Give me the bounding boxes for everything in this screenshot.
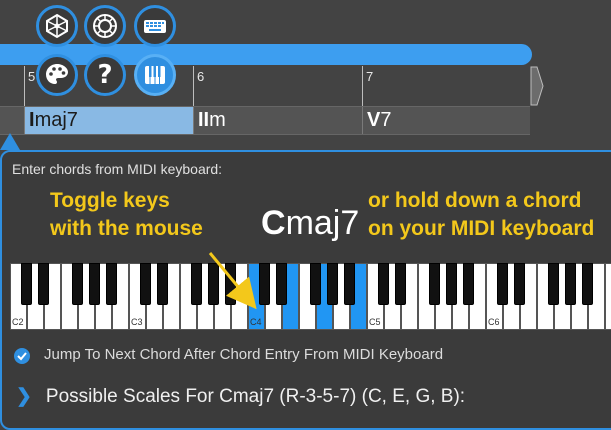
piano-keyboard[interactable]: C2 C3 C4 C5 C6 [10,263,611,331]
keyboard-icon [144,20,166,33]
network-view-button[interactable] [36,5,78,47]
measure-tick [193,66,194,106]
hint-midi-line-1: or hold down a chord [368,189,582,212]
jump-to-next-chord-checkbox[interactable] [14,348,30,364]
black-key-c-sharp6[interactable] [497,263,508,305]
key-label: C4 [250,317,262,327]
chord-quality: maj7 [34,109,78,131]
key-label: C6 [488,317,500,327]
black-key-c-sharp2[interactable] [21,263,32,305]
hint-midi: or hold down a chord on your MIDI keyboa… [368,187,594,243]
chevron-right-icon: ❯ [16,386,32,407]
chord-quality: maj7 [285,204,360,242]
chord-cell-imaj7[interactable]: Imaj7 [24,107,193,134]
measure-ruler: 5 6 7 [0,66,530,106]
key-label: C2 [12,317,24,327]
network-icon [46,13,68,39]
black-key-g-sharp3[interactable] [208,263,219,305]
black-key-a-sharp4[interactable] [344,263,355,305]
hint-mouse-line-1: Toggle keys [50,189,170,212]
chord-quality: 7 [380,109,392,131]
black-key-f-sharp4[interactable] [310,263,321,305]
detected-chord-name: Cmaj7 [261,200,359,246]
black-key-g-sharp5[interactable] [446,263,457,305]
circle-of-fifths-button[interactable] [84,5,126,47]
playback-progress-bar[interactable] [0,44,532,65]
black-key-c-sharp3[interactable] [140,263,151,305]
chord-quality: m [209,109,226,131]
white-key-c7[interactable] [605,263,611,330]
possible-scales-expander[interactable]: ❯ Possible Scales For Cmaj7 (R-3-5-7) (C,… [16,385,465,408]
possible-scales-label: Possible Scales For Cmaj7 (R-3-5-7) (C, … [45,386,466,407]
black-key-f-sharp3[interactable] [191,263,202,305]
hint-midi-line-2: on your MIDI keyboard [368,217,595,240]
jump-to-next-chord-label[interactable]: Jump To Next Chord After Chord Entry Fro… [44,346,443,363]
black-key-c-sharp4[interactable] [259,263,270,305]
black-key-c-sharp5[interactable] [378,263,389,305]
chord-lane: Imaj7 IIm V7 [0,106,530,135]
panel-pointer [0,133,20,150]
measure-number: 6 [197,69,205,84]
chord-root: C [261,204,286,242]
black-key-a-sharp2[interactable] [106,263,117,305]
hint-mouse: Toggle keys with the mouse [50,187,203,243]
black-key-f-sharp5[interactable] [429,263,440,305]
key-label: C3 [131,317,143,327]
chord-cell-v7[interactable]: V7 [362,107,530,134]
black-key-d-sharp2[interactable] [38,263,49,305]
measure-number: 7 [366,69,374,84]
black-key-g-sharp6[interactable] [565,263,576,305]
computer-keyboard-button[interactable] [134,5,176,47]
black-key-a-sharp6[interactable] [582,263,593,305]
chord-numeral: V [367,109,381,131]
hint-mouse-line-2: with the mouse [50,217,203,240]
black-key-f-sharp2[interactable] [72,263,83,305]
black-key-d-sharp6[interactable] [514,263,525,305]
chord-numeral: II [198,109,210,131]
chord-cell-iim[interactable]: IIm [193,107,362,134]
measure-number: 5 [28,69,36,84]
black-key-a-sharp5[interactable] [463,263,474,305]
key-label: C5 [369,317,381,327]
black-key-g-sharp4[interactable] [327,263,338,305]
check-icon [17,352,27,361]
measure-tick [362,66,363,106]
black-key-a-sharp3[interactable] [225,263,236,305]
circle-of-fifths-icon [93,14,117,38]
black-key-g-sharp2[interactable] [89,263,100,305]
panel-title: Enter chords from MIDI keyboard: [12,161,223,177]
measure-tick [24,66,25,106]
black-key-f-sharp6[interactable] [548,263,559,305]
end-of-song-marker[interactable] [530,66,544,106]
black-key-d-sharp5[interactable] [395,263,406,305]
black-key-d-sharp3[interactable] [157,263,168,305]
black-key-d-sharp4[interactable] [276,263,287,305]
